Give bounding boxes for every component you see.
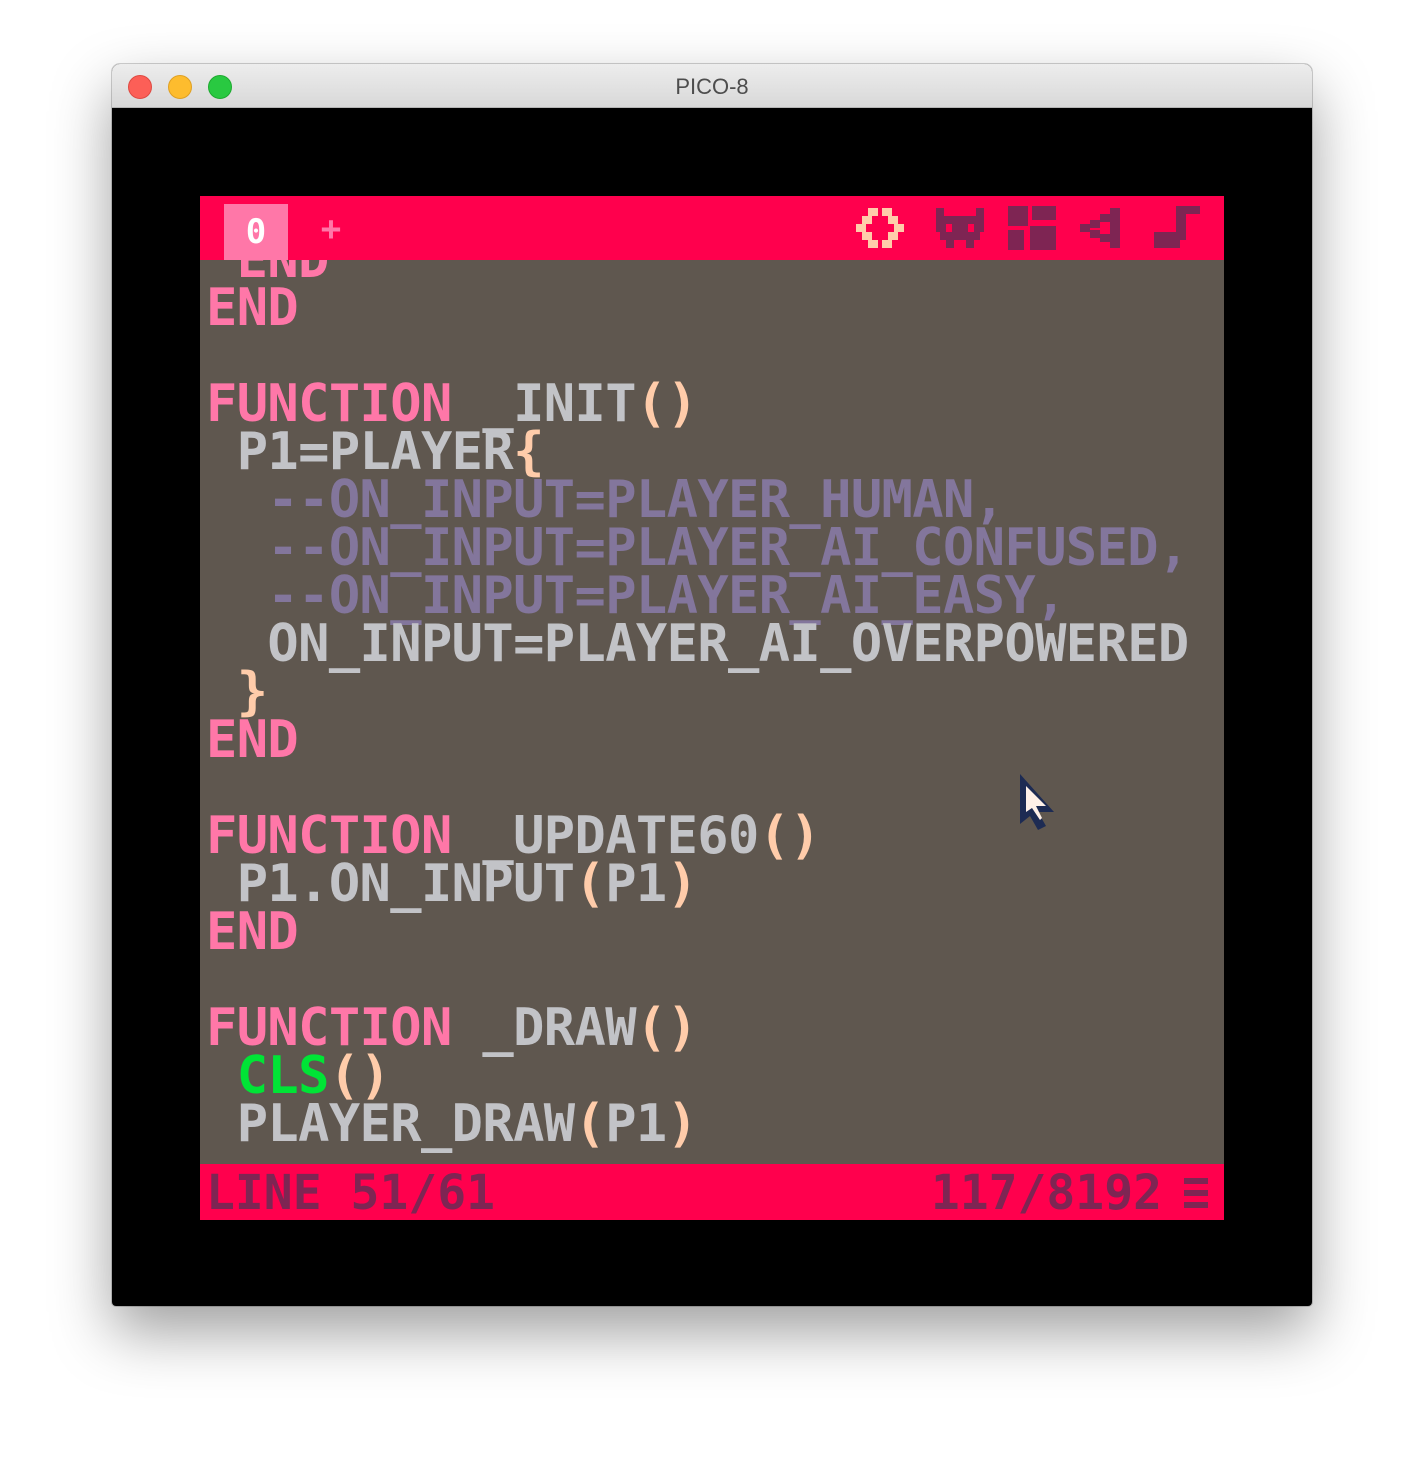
code-line[interactable]: PLAYER_DRAW(P1) [206, 1098, 698, 1150]
code-token: () [635, 998, 698, 1058]
editor-status-bar: LINE 51/61 117/8192 [200, 1164, 1224, 1220]
code-token: P1 [605, 1094, 667, 1154]
code-token: ( [574, 1094, 606, 1154]
code-line[interactable]: --ON_INPUT=PLAYER_HUMAN, [206, 474, 1005, 526]
code-line[interactable]: --ON_INPUT=PLAYER_AI_EASY, [206, 570, 1066, 622]
window-title: PICO-8 [675, 74, 749, 99]
code-token: () [635, 374, 698, 434]
mouse-cursor-icon [1020, 774, 1054, 830]
code-tab-0[interactable]: 0 [224, 204, 288, 260]
code-token: ) [666, 854, 698, 914]
code-line[interactable]: P1.ON_INPUT(P1) [206, 858, 698, 910]
code-token: ) [666, 1094, 698, 1154]
editor-top-bar: 0 + [200, 196, 1224, 260]
code-line[interactable]: END [206, 714, 299, 766]
code-token: ( [574, 854, 606, 914]
map-editor-icon[interactable] [1004, 204, 1060, 252]
code-token: END [206, 710, 299, 770]
code-token: END [206, 278, 299, 338]
code-editor-area[interactable]: END END FUNCTION _INIT() P1=PLAYER{ --ON_I… [206, 260, 1224, 1160]
line-position-indicator: LINE 51/61 [206, 1165, 495, 1220]
code-tab-label: 0 [245, 212, 267, 252]
code-line[interactable]: ON_INPUT=PLAYER_AI_OVERPOWERED [206, 618, 1189, 670]
code-editor-icon[interactable] [852, 204, 908, 252]
title-bar[interactable]: PICO-8 [112, 64, 1312, 108]
code-token: ON_INPUT=PLAYER_AI_OVERPOWERED [267, 614, 1189, 674]
add-tab-button[interactable]: + [316, 212, 346, 246]
music-editor-icon[interactable] [1148, 204, 1204, 252]
pico8-screen: 0 + END END FUNCTION _INIT() P1=PLAYER{… [200, 196, 1224, 1220]
code-token: _DRAW [451, 998, 636, 1058]
sfx-editor-icon[interactable] [1076, 204, 1132, 252]
code-token: END [206, 902, 299, 962]
code-line[interactable]: END [206, 282, 299, 334]
sprite-editor-icon[interactable] [932, 204, 988, 252]
code-line[interactable]: --ON_INPUT=PLAYER_AI_CONFUSED, [206, 522, 1189, 574]
code-token: P1 [605, 854, 667, 914]
code-token: () [758, 806, 821, 866]
code-line[interactable]: FUNCTION _DRAW() [206, 1002, 698, 1054]
code-token: PLAYER_DRAW [236, 1094, 575, 1154]
app-window: PICO-8 0 + END END FUNCTION _INIT() P1=P… [112, 64, 1312, 1306]
code-line[interactable]: } [206, 666, 268, 718]
code-line[interactable]: FUNCTION _INIT() [206, 378, 698, 430]
token-count-indicator: 117/8192 [930, 1165, 1162, 1220]
code-line[interactable]: FUNCTION _UPDATE60() [206, 810, 821, 862]
menu-icon[interactable] [1182, 1176, 1210, 1210]
code-line[interactable]: END [206, 906, 299, 958]
code-line[interactable]: CLS() [206, 1050, 391, 1102]
code-line[interactable]: P1=PLAYER{ [206, 426, 545, 478]
